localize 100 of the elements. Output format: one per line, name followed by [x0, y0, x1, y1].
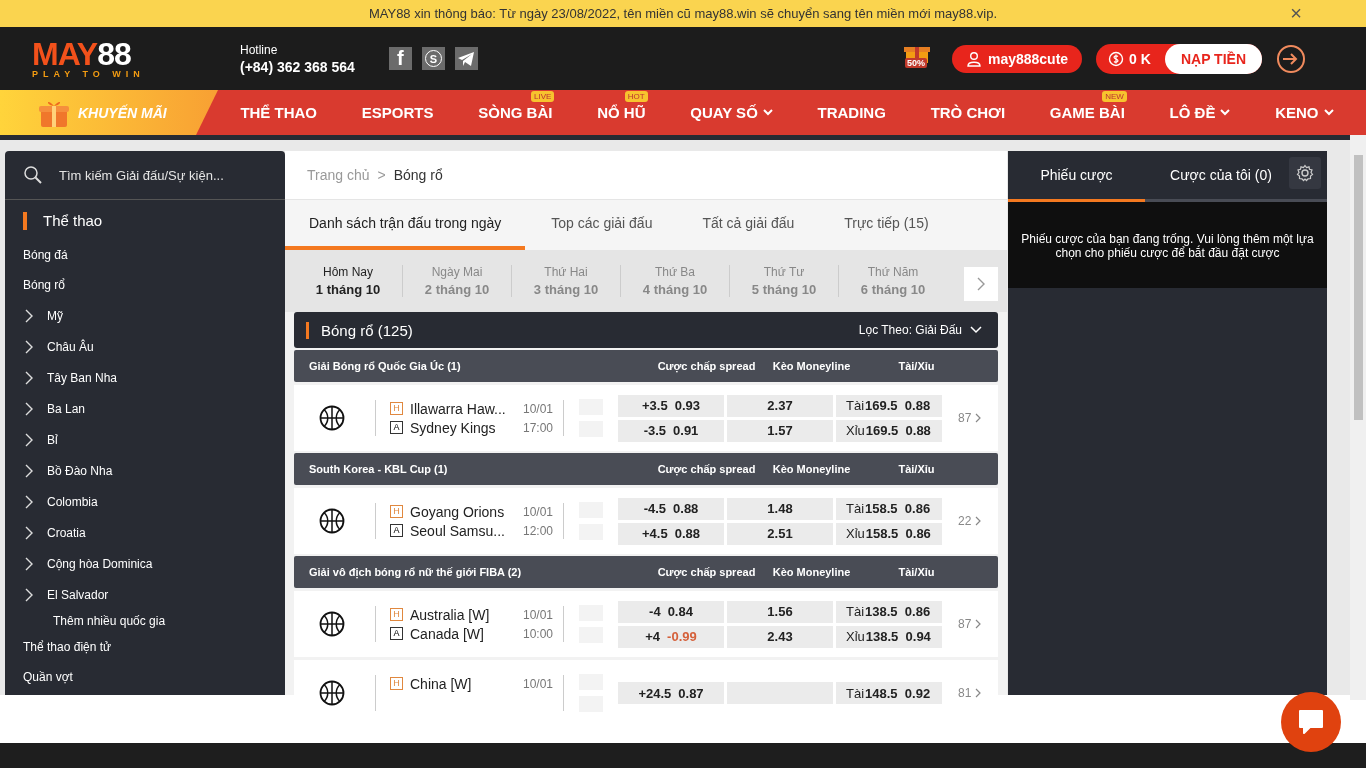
country-item[interactable]: Ba Lan — [5, 393, 285, 424]
basketball-icon — [319, 680, 345, 706]
facebook-link[interactable]: f — [388, 47, 412, 70]
odds-button[interactable]: Xỉu169.5 0.88 — [836, 419, 942, 442]
away-tag: A — [390, 421, 403, 434]
column-header: Kèo Moneyline — [771, 360, 852, 372]
country-item[interactable]: Mỹ — [5, 300, 285, 331]
nav-item[interactable]: GAME BÀI — [1049, 104, 1125, 121]
tab[interactable]: Top các giải đấu — [527, 200, 677, 250]
tab[interactable]: Trực tiếp (15) — [820, 200, 953, 250]
chevron-right-icon — [977, 277, 985, 291]
chevron-right-icon — [975, 619, 982, 629]
odds-button[interactable]: Xỉu138.5 0.94 — [836, 625, 942, 648]
more-markets-link[interactable]: 87 — [958, 617, 982, 631]
country-item[interactable]: Tây Ban Nha — [5, 362, 285, 393]
date-tab[interactable]: Hôm Nay 1 tháng 10 — [294, 265, 403, 297]
odds-button[interactable]: Tài158.5 0.86 — [836, 497, 942, 520]
betslip-tab[interactable]: Cược của tôi (0) — [1145, 151, 1285, 202]
odds-button[interactable]: Tài169.5 0.88 — [836, 394, 942, 417]
nav-item[interactable]: LÔ ĐỀ — [1169, 104, 1231, 121]
away-tag: A — [390, 627, 403, 640]
column-header: Tài/Xỉu — [897, 566, 936, 578]
team-name: Australia [W] — [410, 606, 491, 623]
country-item[interactable]: Colombia — [5, 486, 285, 517]
odds-button[interactable]: Xỉu158.5 0.86 — [836, 522, 942, 545]
nav-badge: LIVE — [531, 91, 555, 102]
odds-button[interactable]: Tài148.5 0.92 — [836, 682, 942, 704]
basketball-icon — [319, 405, 345, 431]
odds-button[interactable]: -3.5 0.91 — [618, 419, 724, 442]
country-item[interactable]: Bồ Đào Nha — [5, 455, 285, 486]
breadcrumb-link[interactable]: Bóng rổ — [393, 167, 443, 183]
home-tag: H — [390, 402, 403, 415]
odds-button[interactable]: +4.5 0.88 — [618, 522, 724, 545]
nav-item[interactable]: TRÒ CHƠI — [930, 104, 1006, 121]
column-header: Kèo Moneyline — [771, 463, 852, 475]
column-header: Cược chấp spread — [656, 566, 757, 578]
caret-icon — [1220, 109, 1231, 116]
odds-button[interactable]: +24.5 0.87 — [618, 682, 724, 704]
search-icon — [23, 165, 43, 185]
chat-bubble-icon — [1296, 708, 1326, 736]
odds-button[interactable]: 1.56 — [727, 600, 833, 623]
search-field[interactable]: Tìm kiếm Giải đấu/Sự kiện... — [57, 166, 261, 184]
team-name: Sydney Kings — [410, 419, 497, 436]
sport-item[interactable]: Thể thao điện tử — [5, 632, 285, 662]
country-item[interactable]: Bỉ — [5, 424, 285, 455]
logo[interactable]: MAY88 PLAY TO WIN — [32, 38, 192, 79]
odds-button[interactable]: Tài138.5 0.86 — [836, 600, 942, 623]
nav-item[interactable]: TRADING — [817, 104, 886, 121]
settings-button[interactable] — [1289, 157, 1321, 189]
odds-button[interactable]: 1.57 — [727, 419, 833, 442]
more-markets-link[interactable]: 22 — [958, 514, 982, 528]
filter-dropdown[interactable]: Lọc Theo: Giải Đấu — [858, 323, 982, 337]
deposit-button[interactable]: NẠP TIỀN — [1164, 43, 1262, 74]
home-tag: H — [390, 677, 403, 690]
nav-item[interactable]: SÒNG BÀI — [478, 104, 553, 121]
odds-button[interactable]: +3.5 0.93 — [618, 394, 724, 417]
nav-item[interactable]: KENO — [1275, 104, 1334, 121]
match-date: 10/01 — [522, 401, 553, 416]
hotline-number: (+84) 362 368 564 — [240, 58, 355, 75]
chevron-right-icon — [975, 413, 982, 423]
settings-icon — [1296, 164, 1314, 182]
more-markets-link[interactable]: 81 — [958, 686, 982, 700]
logout-icon[interactable] — [1276, 43, 1306, 74]
sport-item[interactable]: Quần vợt — [5, 662, 285, 692]
tab[interactable]: Tất cả giải đấu — [678, 200, 819, 250]
chevron-right-icon — [975, 688, 982, 698]
skype-link[interactable]: S — [421, 47, 445, 70]
match-date: 10/01 — [522, 607, 553, 622]
nav-badge: HOT — [624, 91, 648, 102]
odds-button[interactable]: 2.51 — [727, 522, 833, 545]
account-button[interactable]: may888cute — [951, 44, 1083, 73]
column-header: Tài/Xỉu — [897, 463, 936, 475]
telegram-link[interactable] — [454, 47, 478, 70]
promo-gift-button[interactable]: 50% — [903, 43, 934, 74]
coin-icon — [1108, 50, 1125, 67]
league-name: Giải vô địch bóng rổ nữ thế giới FIBA (2) — [308, 566, 523, 578]
country-item[interactable]: Cộng hòa Dominica — [5, 548, 285, 579]
sport-item[interactable]: Bóng rổ — [5, 270, 285, 300]
paper-plane-icon — [457, 50, 476, 67]
nav-item[interactable]: NỔ HŨ — [597, 104, 646, 121]
sport-item[interactable]: Bóng đá — [5, 240, 285, 270]
nav-item[interactable]: THỂ THAO — [240, 104, 318, 121]
scrollbar[interactable] — [1350, 135, 1366, 700]
odds-button[interactable]: 2.37 — [727, 394, 833, 417]
odds-button[interactable]: -4.5 0.88 — [618, 497, 724, 520]
odds-button[interactable]: 2.43 — [727, 625, 833, 648]
more-markets-link[interactable]: 87 — [958, 411, 982, 425]
odds-button[interactable]: +4 -0.99 — [618, 625, 724, 648]
odds-button[interactable]: 1.48 — [727, 497, 833, 520]
country-item[interactable]: El Salvador — [5, 579, 285, 610]
caret-icon — [1323, 109, 1334, 116]
nav-item[interactable]: QUAY SỐ — [690, 104, 773, 121]
sport-title: Bóng rổ (125) — [306, 321, 413, 339]
nav-item[interactable]: ESPORTS — [361, 104, 434, 121]
more-countries-link[interactable]: Thêm nhiều quốc gia — [5, 610, 285, 632]
odds-button[interactable]: -4 0.84 — [618, 600, 724, 623]
country-item[interactable]: Croatia — [5, 517, 285, 548]
country-item[interactable]: Châu Âu — [5, 331, 285, 362]
close-button[interactable]: × — [1286, 3, 1306, 23]
column-header: Tài/Xỉu — [897, 360, 936, 372]
